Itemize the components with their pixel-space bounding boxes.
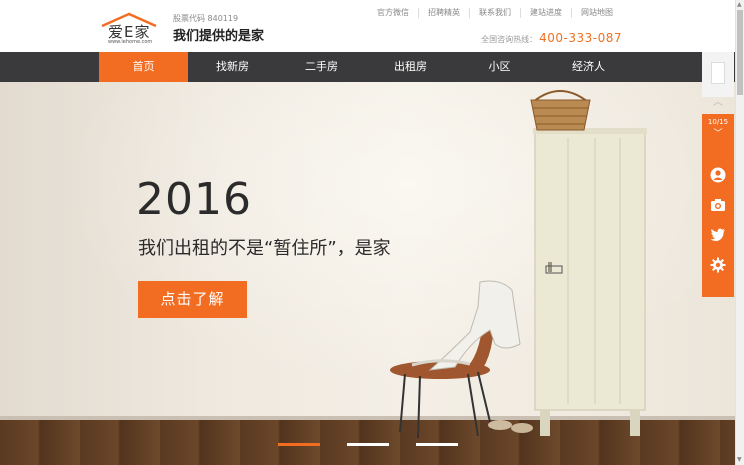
logo-url: www.iehome.com: [108, 39, 153, 45]
nav-item-rentals[interactable]: 出租房: [366, 52, 455, 82]
nav-item-communities[interactable]: 小区: [455, 52, 544, 82]
user-icon: [710, 167, 726, 183]
gear-icon: [710, 257, 726, 273]
slider-dots: [278, 443, 485, 446]
main-nav: 首页 找新房 二手房 出租房 小区 经济人: [0, 52, 744, 82]
hero-subtitle: 我们出租的不是“暂住所”，是家: [138, 238, 391, 259]
stock-code: 股票代码 840119: [173, 14, 239, 23]
side-tool-panel: [702, 150, 734, 297]
pager-label: 10/15: [707, 118, 729, 126]
nav-item-agents[interactable]: 经济人: [544, 52, 633, 82]
side-pager[interactable]: 10/15 ﹀: [702, 114, 734, 150]
hero-banner: 2016 我们出租的不是“暂住所”，是家 点击了解: [0, 82, 744, 465]
slider-dot-3[interactable]: [416, 443, 458, 446]
top-links: 官方微信 招聘精英 联系我们 建站进度 网站地图: [368, 8, 622, 18]
chevron-up-icon: ︿: [713, 97, 723, 108]
top-link-progress[interactable]: 建站进度: [520, 8, 571, 18]
nav-item-new-homes[interactable]: 找新房: [188, 52, 277, 82]
scroll-arrow-up-icon[interactable]: ▲: [737, 1, 742, 8]
learn-more-button[interactable]: 点击了解: [138, 281, 247, 318]
hero-illustration: [390, 90, 647, 439]
header: 爱E家 www.iehome.com 股票代码 840119 我们提供的是家 官…: [0, 0, 744, 52]
slider-dot-1[interactable]: [278, 443, 320, 446]
hero-year: 2016: [136, 174, 252, 225]
top-link-sitemap[interactable]: 网站地图: [571, 8, 622, 18]
hotline: 全国咨询热线： 400-333-087: [481, 31, 622, 45]
twitter-icon: [710, 228, 725, 242]
scroll-arrow-down-icon[interactable]: ▼: [737, 456, 742, 463]
settings-button[interactable]: [702, 250, 734, 280]
scroll-up-button[interactable]: ︿: [702, 92, 734, 114]
page-scrollbar[interactable]: ▲ ▼: [735, 0, 744, 465]
nav-item-home[interactable]: 首页: [99, 52, 188, 82]
hotline-label: 全国咨询热线：: [481, 35, 538, 44]
logo[interactable]: 爱E家 www.iehome.com: [98, 12, 162, 46]
camera-button[interactable]: [702, 190, 734, 220]
camera-icon: [711, 199, 725, 211]
nav-item-second-hand[interactable]: 二手房: [277, 52, 366, 82]
scroll-thumb[interactable]: [737, 10, 743, 95]
twitter-button[interactable]: [702, 220, 734, 250]
slider-dot-2[interactable]: [347, 443, 389, 446]
user-button[interactable]: [702, 160, 734, 190]
nav-items: 首页 找新房 二手房 出租房 小区 经济人: [99, 52, 633, 82]
slogan: 我们提供的是家: [173, 29, 265, 44]
chevron-down-icon: ﹀: [713, 129, 723, 139]
page-root: 爱E家 www.iehome.com 股票代码 840119 我们提供的是家 官…: [0, 0, 744, 465]
top-link-wechat[interactable]: 官方微信: [368, 8, 418, 18]
top-link-contact[interactable]: 联系我们: [469, 8, 520, 18]
top-link-recruit[interactable]: 招聘精英: [418, 8, 469, 18]
hotline-number[interactable]: 400-333-087: [539, 31, 622, 45]
document-icon[interactable]: [711, 62, 725, 84]
